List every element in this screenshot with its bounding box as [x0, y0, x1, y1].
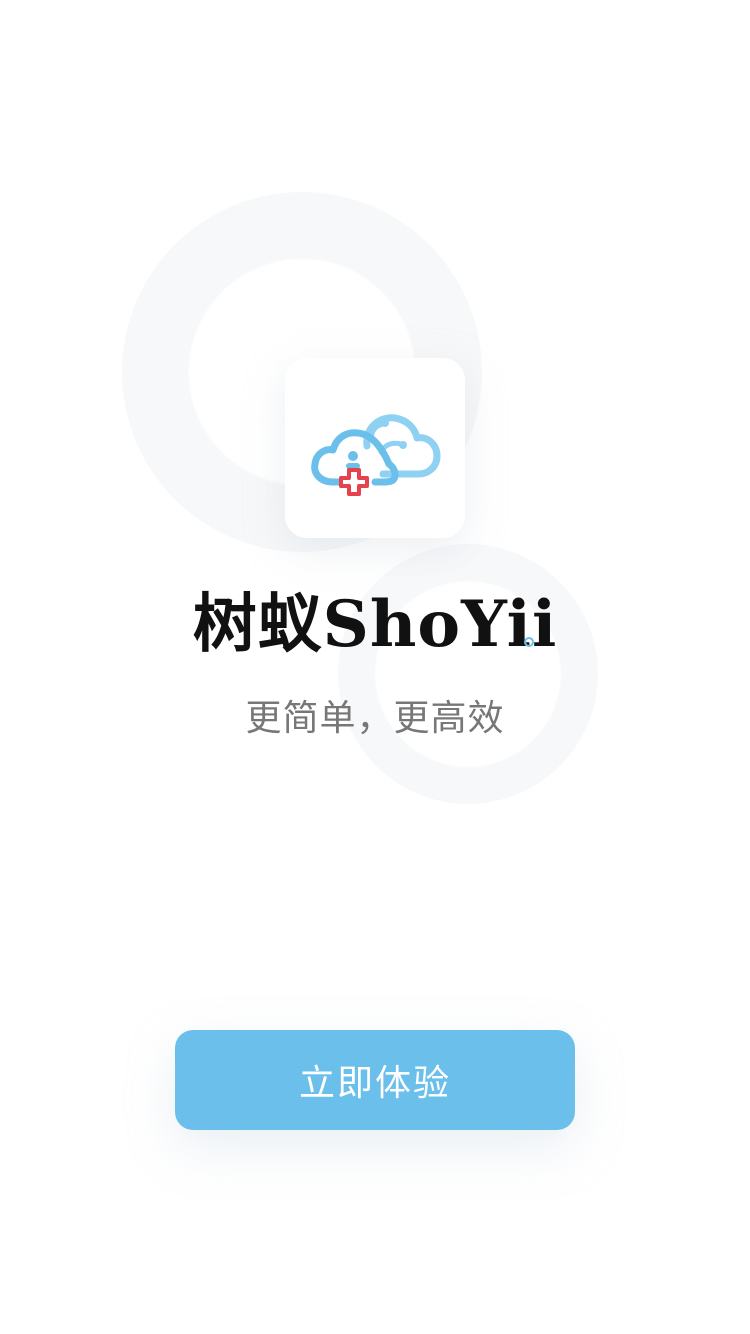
- title-dot-decoration: [524, 637, 534, 647]
- background-ring-decoration: [338, 544, 598, 804]
- app-tagline: 更简单，更高效: [245, 698, 505, 739]
- cloud-medical-logo-icon: [311, 414, 441, 496]
- app-logo-card: [285, 358, 465, 538]
- splash-screen: 树蚁ShoYii 更简单，更高效 立即体验: [0, 0, 750, 1334]
- start-experience-button[interactable]: 立即体验: [175, 1030, 575, 1130]
- app-title: 树蚁ShoYii: [192, 587, 558, 662]
